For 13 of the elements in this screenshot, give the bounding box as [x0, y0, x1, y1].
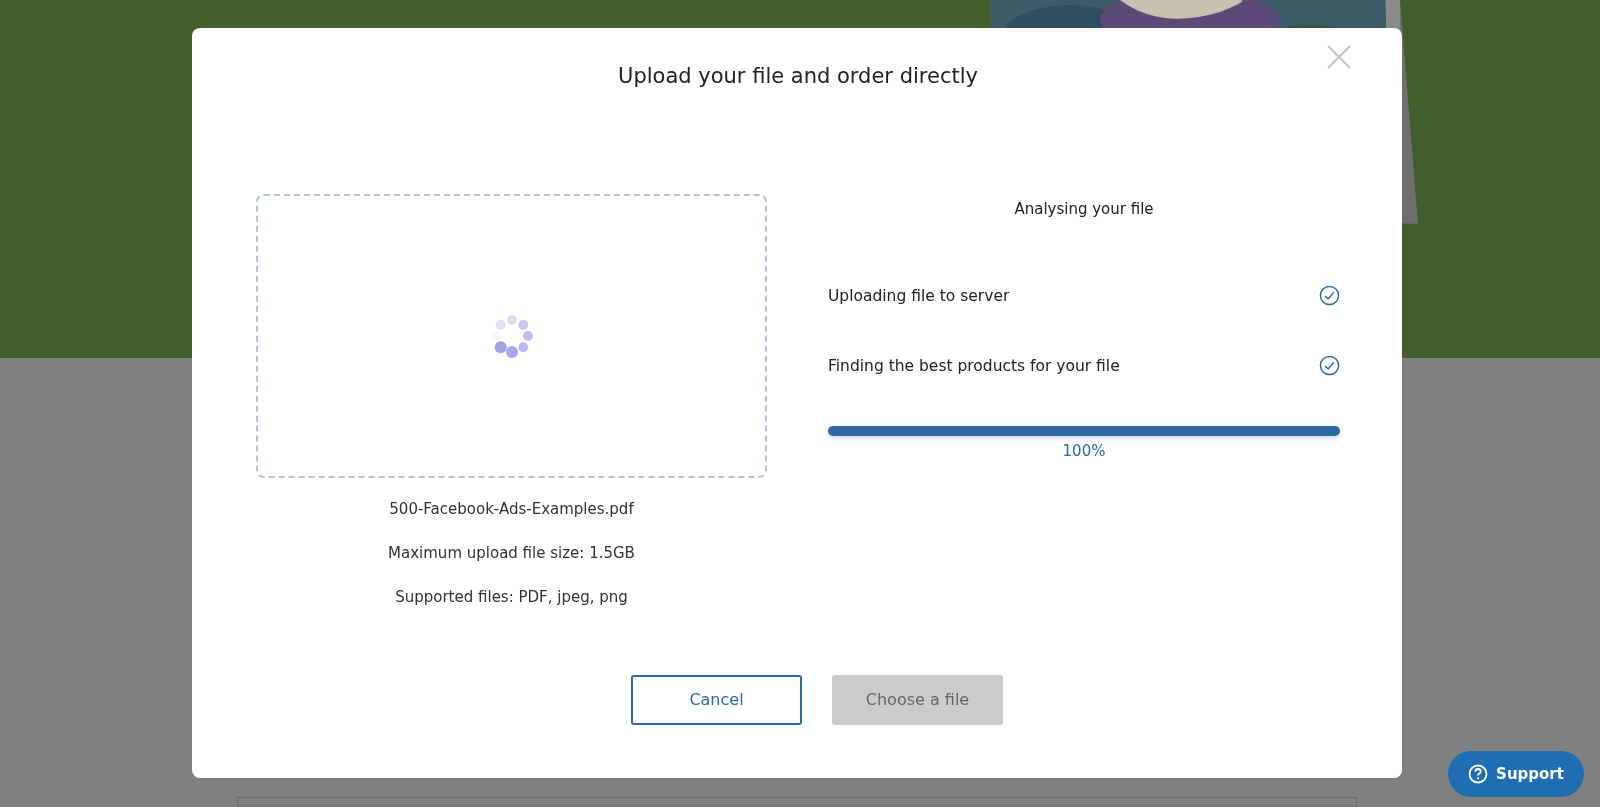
support-button[interactable]: Support [1448, 751, 1584, 797]
step-label: Uploading file to server [828, 285, 1010, 307]
step-label: Finding the best products for your file [828, 355, 1120, 377]
drop-zone[interactable] [256, 194, 767, 478]
cancel-button[interactable]: Cancel [631, 675, 802, 725]
progress-reading: 100% [1061, 441, 1107, 462]
supported-files-note: Supported files: PDF, jpeg, png [395, 588, 628, 606]
modal-title: Upload your file and order directly [617, 66, 979, 87]
file-name: 500-Facebook-Ads-Examples.pdf [389, 500, 634, 518]
close-icon[interactable] [1326, 44, 1352, 70]
help-icon [1468, 764, 1489, 784]
status-heading: Analysing your file [1013, 199, 1155, 220]
max-size-note: Maximum upload file size: 1.5GB [388, 544, 635, 562]
